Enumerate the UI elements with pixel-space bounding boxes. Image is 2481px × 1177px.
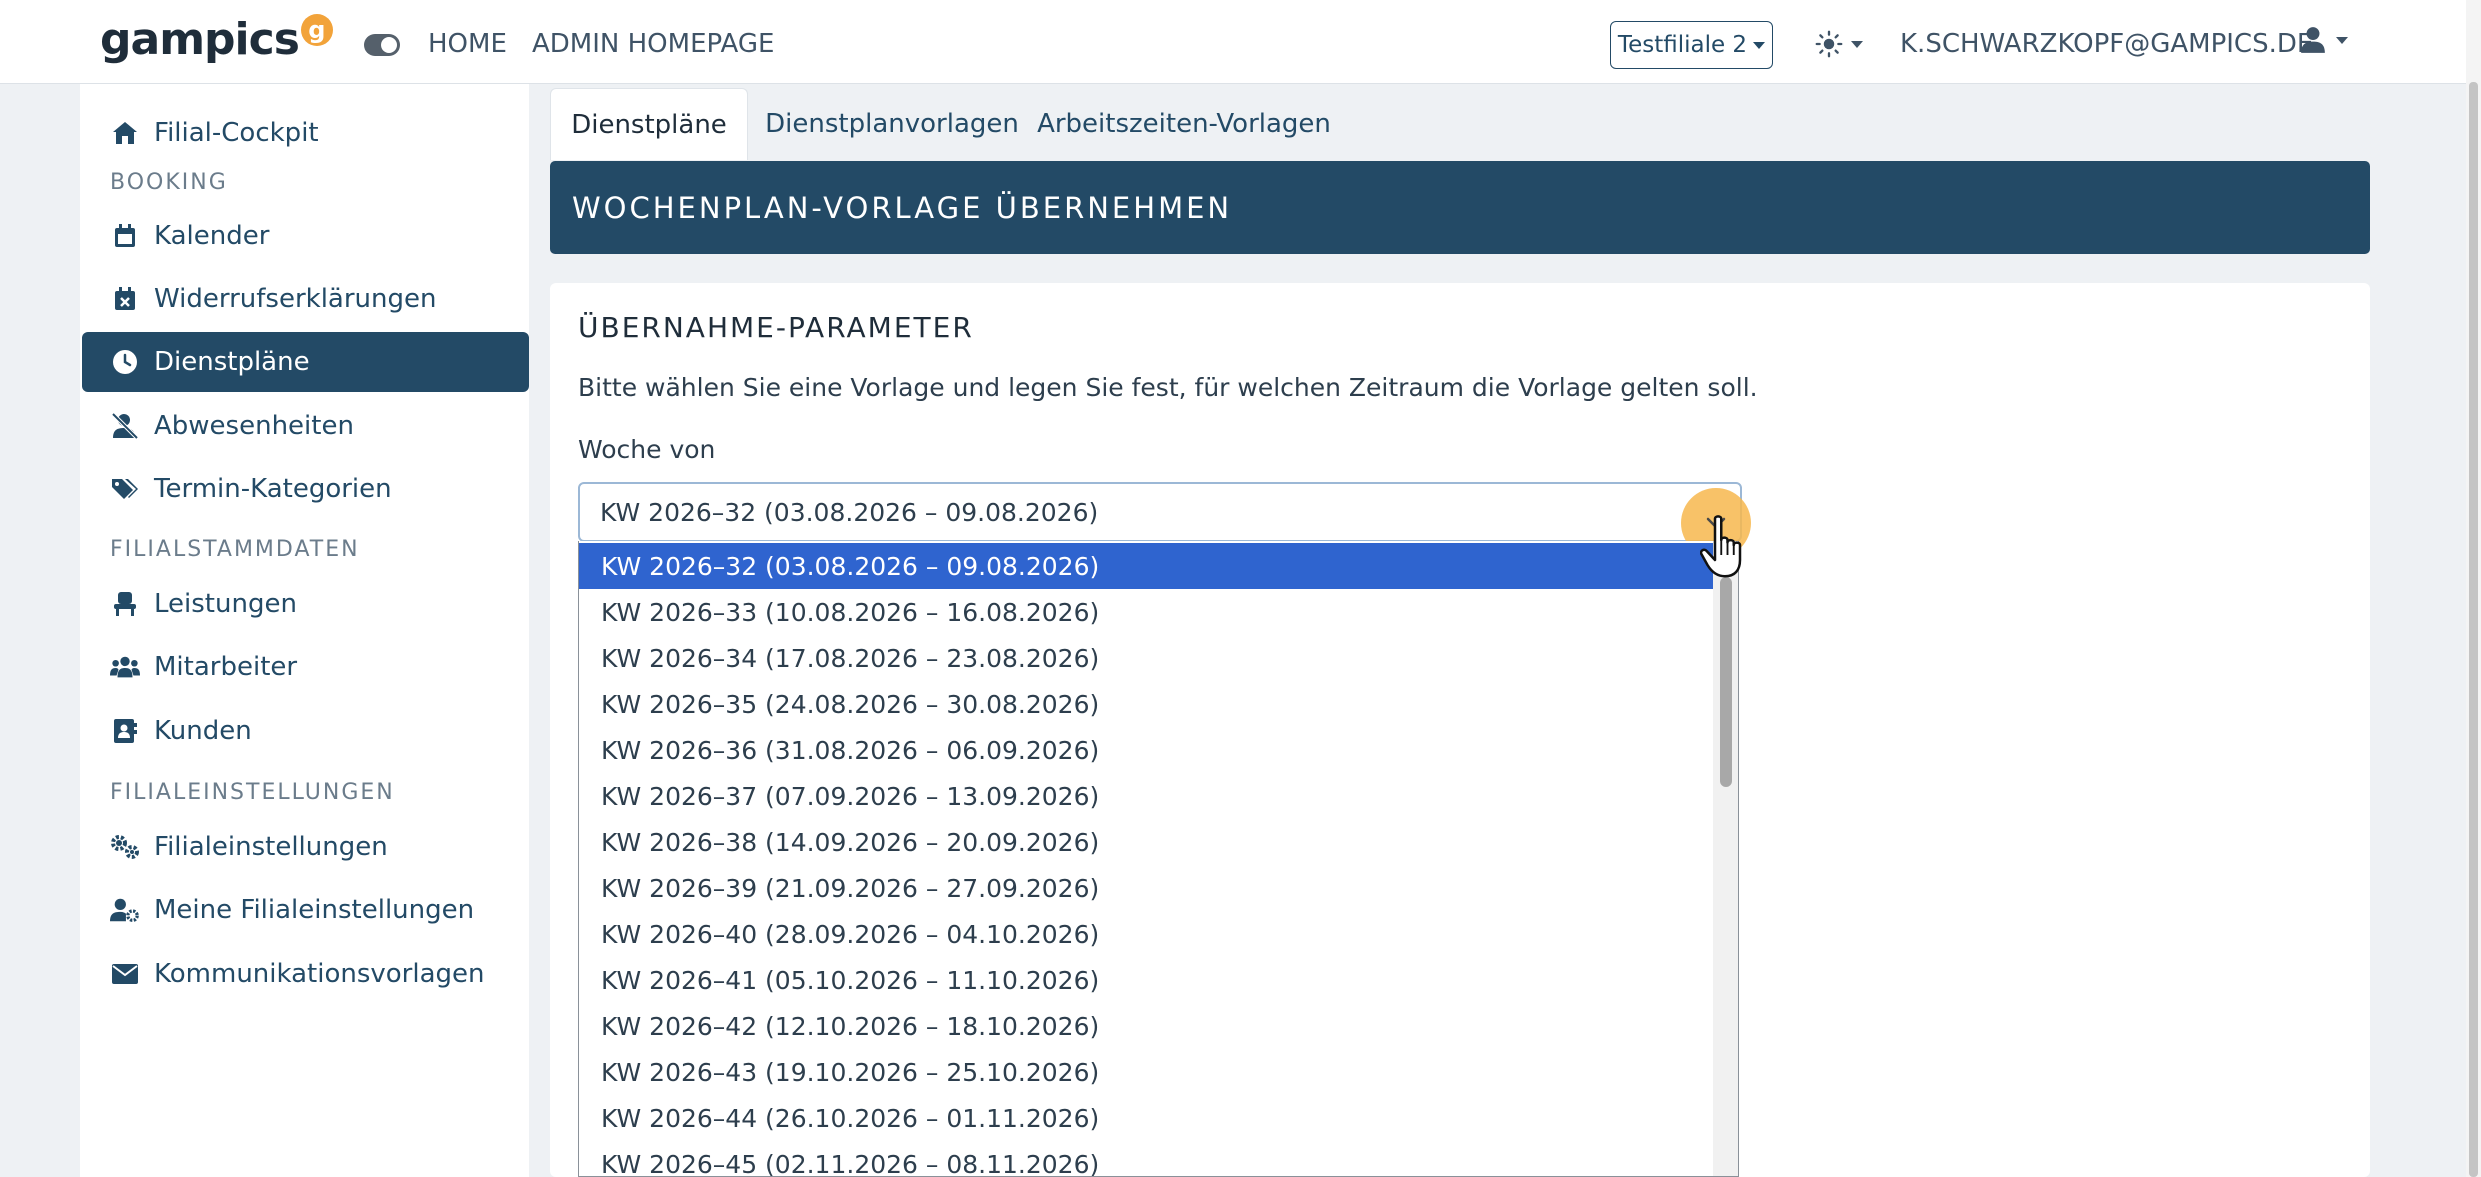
gears-icon	[110, 832, 140, 862]
tab-arbeitszeiten-vorlagen[interactable]: Arbeitszeiten-Vorlagen	[1036, 88, 1332, 160]
sidebar-item-label: Kunden	[154, 716, 252, 746]
dropdown-option[interactable]: KW 2026–42 (12.10.2026 – 18.10.2026)	[579, 1003, 1713, 1049]
branch-label: Testfiliale 2	[1617, 32, 1748, 58]
sidebar-item-kalender[interactable]: Kalender	[82, 206, 529, 266]
dropdown-option[interactable]: KW 2026–33 (10.08.2026 – 16.08.2026)	[579, 589, 1713, 635]
sidebar-toggle[interactable]	[364, 34, 400, 56]
sidebar-item-dienstplaene[interactable]: Dienstpläne	[82, 332, 529, 392]
user-menu-button[interactable]	[2300, 26, 2348, 54]
brand-name: gampics	[100, 14, 300, 65]
sidebar-item-label: Filialeinstellungen	[154, 832, 388, 862]
branch-select-button[interactable]: Testfiliale 2	[1610, 21, 1773, 69]
sidebar-section-filialstammdaten: FILIALSTAMMDATEN	[110, 537, 360, 562]
dropdown-option[interactable]: KW 2026–45 (02.11.2026 – 08.11.2026)	[579, 1141, 1713, 1177]
sidebar-item-label: Mitarbeiter	[154, 652, 298, 682]
tab-dienstplaene[interactable]: Dienstpläne	[550, 88, 748, 160]
dropdown-option[interactable]: KW 2026–41 (05.10.2026 – 11.10.2026)	[579, 957, 1713, 1003]
sidebar-item-meine-filialeinstellungen[interactable]: Meine Filialeinstellungen	[82, 880, 529, 940]
caret-down-icon	[1753, 41, 1766, 49]
page-title-banner: WOCHENPLAN-VORLAGE ÜBERNEHMEN	[550, 161, 2370, 254]
sidebar-item-label: Abwesenheiten	[154, 411, 354, 441]
dropdown-option[interactable]: KW 2026–44 (26.10.2026 – 01.11.2026)	[579, 1095, 1713, 1141]
sidebar-item-kunden[interactable]: Kunden	[82, 701, 529, 761]
dropdown-option[interactable]: KW 2026–35 (24.08.2026 – 30.08.2026)	[579, 681, 1713, 727]
clock-icon	[110, 347, 140, 377]
nav-admin-homepage-link[interactable]: ADMIN HOMEPAGE	[532, 27, 774, 61]
sidebar-item-termin-kategorien[interactable]: Termin-Kategorien	[82, 459, 529, 519]
dropdown-option[interactable]: KW 2026–34 (17.08.2026 – 23.08.2026)	[579, 635, 1713, 681]
dropdown-option[interactable]: KW 2026–40 (28.09.2026 – 04.10.2026)	[579, 911, 1713, 957]
dropdown-option[interactable]: KW 2026–39 (21.09.2026 – 27.09.2026)	[579, 865, 1713, 911]
sidebar-item-label: Widerrufserklärungen	[154, 284, 437, 314]
calendar-x-icon	[110, 284, 140, 314]
brand-badge: g	[300, 14, 333, 46]
sidebar-section-booking: BOOKING	[110, 170, 228, 195]
page-scrollbar-thumb[interactable]	[2469, 82, 2478, 1177]
theme-switch-button[interactable]	[1815, 26, 1863, 62]
top-navbar: gampics g HOME ADMIN HOMEPAGE Testfilial…	[0, 0, 2481, 84]
hand-pointer-cursor-icon	[1700, 515, 1742, 578]
sidebar-item-mitarbeiter[interactable]: Mitarbeiter	[82, 637, 529, 697]
sidebar-item-kommunikationsvorlagen[interactable]: Kommunikationsvorlagen	[82, 944, 529, 1004]
sidebar-item-label: Kalender	[154, 221, 270, 251]
sidebar-item-filialeinstellungen[interactable]: Filialeinstellungen	[82, 817, 529, 877]
calendar-icon	[110, 221, 140, 251]
envelope-icon	[110, 959, 140, 989]
dropdown-option[interactable]: KW 2026–37 (07.09.2026 – 13.09.2026)	[579, 773, 1713, 819]
select-value: KW 2026–32 (03.08.2026 – 09.08.2026)	[600, 497, 1099, 527]
user-icon	[2301, 27, 2325, 53]
user-slash-icon	[110, 411, 140, 441]
dropdown-option[interactable]: KW 2026–32 (03.08.2026 – 09.08.2026)	[579, 543, 1713, 589]
sidebar-item-label: Filial-Cockpit	[154, 118, 319, 148]
dropdown-option[interactable]: KW 2026–36 (31.08.2026 – 06.09.2026)	[579, 727, 1713, 773]
week-from-select[interactable]: KW 2026–32 (03.08.2026 – 09.08.2026)	[578, 482, 1742, 542]
sidebar-item-filial-cockpit[interactable]: Filial-Cockpit	[82, 103, 529, 163]
sidebar-item-label: Termin-Kategorien	[154, 474, 392, 504]
user-gear-icon	[110, 895, 140, 925]
tab-dienstplanvorlagen[interactable]: Dienstplanvorlagen	[748, 88, 1036, 160]
sidebar-item-label: Dienstpläne	[154, 347, 310, 377]
card-description: Bitte wählen Sie eine Vorlage und legen …	[578, 373, 1758, 402]
home-icon	[110, 118, 140, 148]
week-options-list[interactable]: KW 2026–45 (02.11.2026 – 08.11.2026) KW 2…	[578, 541, 1739, 1177]
nav-home-link[interactable]: HOME	[428, 27, 507, 61]
users-icon	[110, 652, 140, 682]
address-book-icon	[110, 716, 140, 746]
caret-down-icon	[2336, 36, 2348, 44]
chair-icon	[110, 589, 140, 619]
sidebar-item-abwesenheiten[interactable]: Abwesenheiten	[82, 396, 529, 456]
dropdown-option[interactable]: KW 2026–38 (14.09.2026 – 20.09.2026)	[579, 819, 1713, 865]
sun-icon	[1815, 30, 1843, 58]
sidebar-item-leistungen[interactable]: Leistungen	[82, 574, 529, 634]
user-email[interactable]: K.SCHWARZKOPF@GAMPICS.DE	[1900, 27, 2313, 61]
dropdown-scrollbar-thumb[interactable]	[1720, 577, 1732, 787]
sidebar-item-label: Meine Filialeinstellungen	[154, 895, 475, 925]
card-title: ÜBERNAHME-PARAMETER	[578, 311, 974, 344]
sidebar: Filial-Cockpit BOOKING Kalender Widerruf…	[80, 84, 529, 1177]
tags-icon	[110, 474, 140, 504]
sidebar-section-filialeinstellungen: FILIALEINSTELLUNGEN	[110, 780, 395, 805]
brand-logo[interactable]: gampics g	[100, 10, 333, 70]
sidebar-item-label: Kommunikationsvorlagen	[154, 959, 485, 989]
sidebar-item-label: Leistungen	[154, 589, 297, 619]
caret-down-icon	[1851, 40, 1863, 48]
sidebar-item-widerrufserklaerungen[interactable]: Widerrufserklärungen	[82, 269, 529, 329]
week-from-label: Woche von	[578, 435, 716, 464]
dropdown-option[interactable]: KW 2026–43 (19.10.2026 – 25.10.2026)	[579, 1049, 1713, 1095]
